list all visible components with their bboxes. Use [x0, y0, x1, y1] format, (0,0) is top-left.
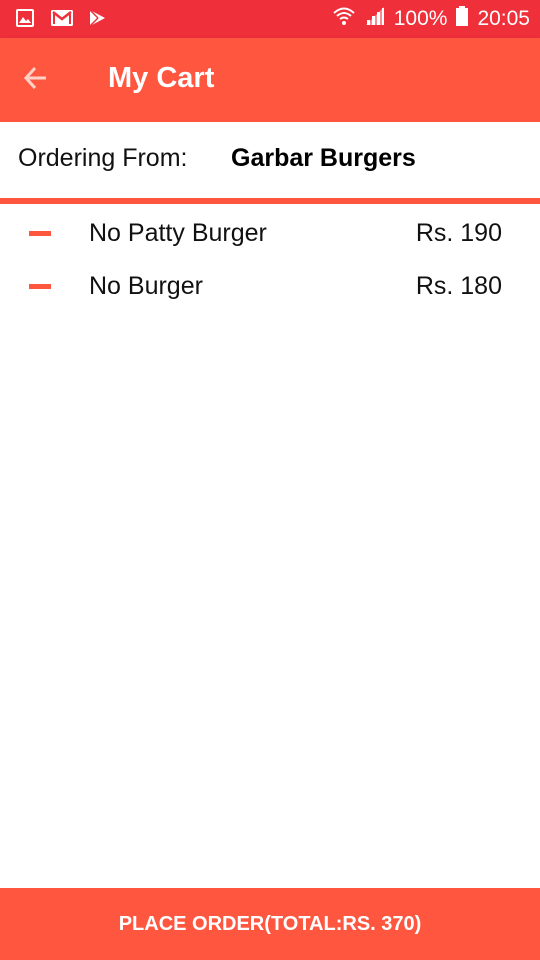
minus-icon [29, 230, 51, 236]
item-name: No Patty Burger [89, 219, 267, 247]
arrow-left-icon [22, 64, 50, 97]
app-bar: My Cart [0, 38, 540, 122]
system-status: 100% 20:05 [332, 0, 530, 38]
item-name: No Burger [89, 272, 203, 300]
back-button[interactable] [14, 58, 58, 102]
restaurant-name: Garbar Burgers [231, 144, 416, 172]
battery-icon [455, 5, 469, 33]
play-store-icon [86, 7, 108, 29]
place-order-button[interactable]: PLACE ORDER(TOTAL:RS. 370) [0, 888, 540, 960]
cart-item: No Patty Burger Rs. 190 [0, 207, 540, 259]
cart-item: No Burger Rs. 180 [0, 260, 540, 312]
remove-item-button[interactable] [22, 215, 58, 251]
remove-item-button[interactable] [22, 268, 58, 304]
ordering-from-label: Ordering From: [18, 144, 188, 172]
divider [0, 198, 540, 204]
gmail-icon [50, 7, 73, 29]
ordering-from-row: Ordering From: Garbar Burgers [0, 122, 540, 198]
signal-icon [364, 5, 386, 33]
notification-icons [14, 7, 108, 29]
item-price: Rs. 190 [415, 219, 502, 247]
status-bar: 100% 20:05 [0, 0, 540, 38]
page-title: My Cart [108, 62, 215, 94]
clock: 20:05 [477, 7, 530, 30]
wifi-icon [332, 5, 356, 33]
gallery-icon [14, 7, 36, 29]
battery-percent: 100% [393, 7, 448, 30]
minus-icon [29, 283, 51, 289]
item-price: Rs. 180 [415, 272, 502, 300]
